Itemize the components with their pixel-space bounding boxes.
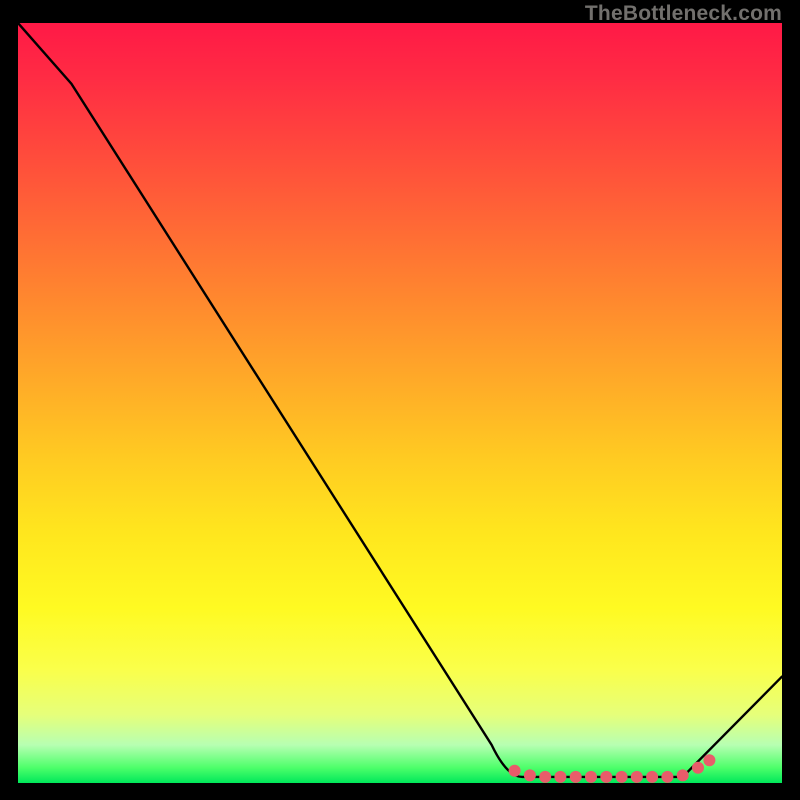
marker-dot [554,771,566,783]
marker-dot [509,765,521,777]
curve-layer [18,23,782,783]
curve-path [18,23,782,777]
marker-dot [570,771,582,783]
bottleneck-curve [18,23,782,777]
marker-dot [524,769,536,781]
marker-dot [616,771,628,783]
marker-dot [539,771,551,783]
marker-dot [661,771,673,783]
marker-dot [646,771,658,783]
marker-dot [631,771,643,783]
marker-dots [509,754,716,783]
plot-area [18,23,782,783]
attribution-text: TheBottleneck.com [585,2,782,26]
chart-canvas: TheBottleneck.com [0,0,800,800]
marker-dot [703,754,715,766]
marker-dot [600,771,612,783]
marker-dot [585,771,597,783]
marker-dot [692,762,704,774]
marker-dot [677,769,689,781]
